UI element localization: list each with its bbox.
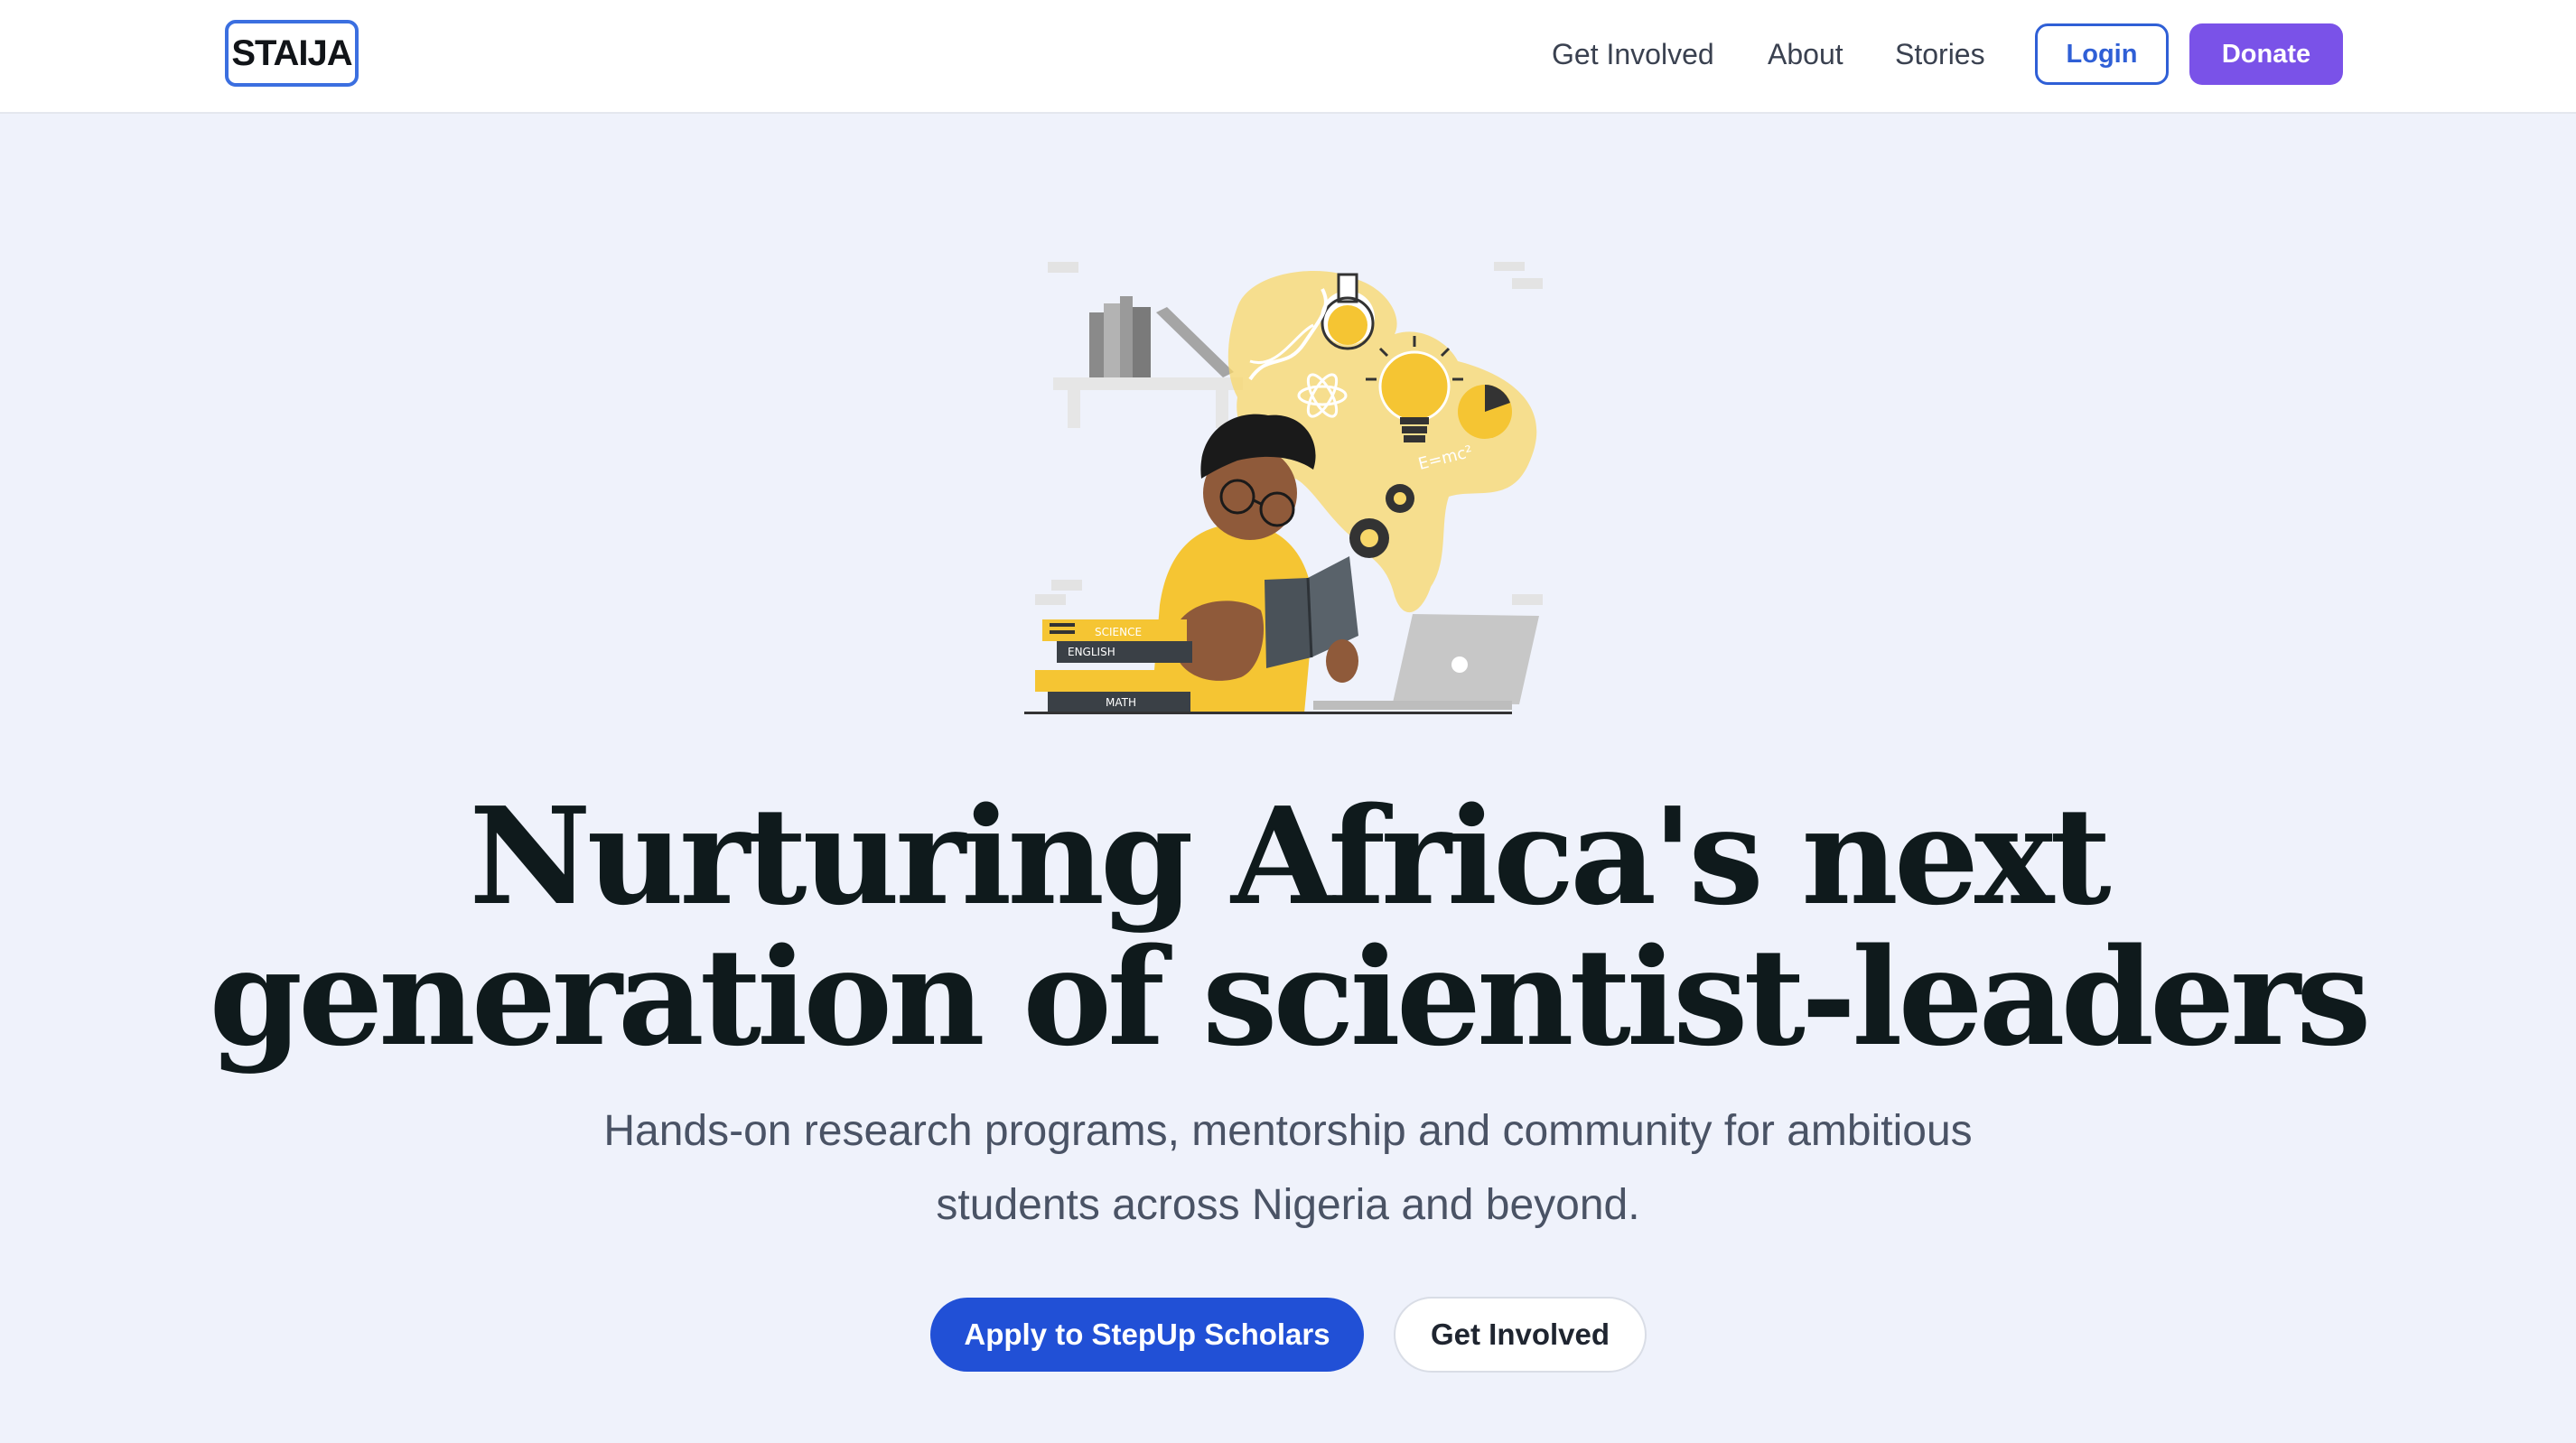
login-button[interactable]: Login — [2035, 23, 2169, 85]
hero-subtitle-line-1: Hands-on research programs, mentorship a… — [603, 1107, 1973, 1155]
donate-button[interactable]: Donate — [2189, 23, 2343, 85]
staija-logo[interactable]: STAIJA — [225, 20, 359, 87]
hero-subtitle: Hands-on research programs, mentorship a… — [506, 1094, 2070, 1243]
nav-link-about[interactable]: About — [1768, 33, 1843, 76]
book-label-english: ENGLISH — [1068, 646, 1115, 658]
hero-headline-line-1: Nurturing Africa's next — [469, 777, 2111, 935]
student-reading-illustration: E=mc² SCIENCE ENGLISH MATH — [1024, 253, 1552, 717]
book-label-math: MATH — [1106, 696, 1136, 709]
top-navbar: STAIJA Get Involved About Stories Login … — [0, 0, 2576, 114]
get-involved-button[interactable]: Get Involved — [1394, 1297, 1647, 1373]
nav-link-get-involved[interactable]: Get Involved — [1552, 33, 1714, 76]
apply-stepup-scholars-button[interactable]: Apply to StepUp Scholars — [930, 1298, 1364, 1372]
hero-headline-line-2: generation of scientist-leaders — [209, 918, 2372, 1075]
nav-link-stories[interactable]: Stories — [1895, 33, 1985, 76]
hero-subtitle-line-2: students across Nigeria and beyond. — [936, 1181, 1640, 1229]
hero-headline: Nurturing Africa's next generation of sc… — [0, 786, 2576, 1067]
book-label-science: SCIENCE — [1095, 626, 1142, 638]
